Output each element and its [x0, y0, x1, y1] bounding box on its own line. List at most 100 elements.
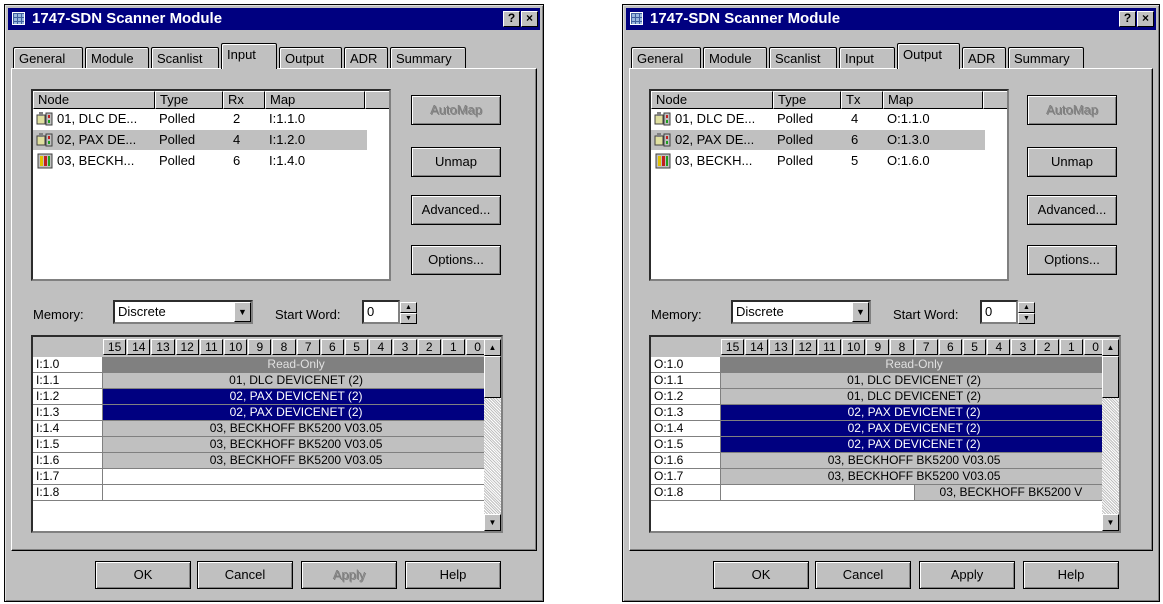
- close-button[interactable]: ×: [521, 11, 538, 27]
- scroll-thumb[interactable]: [484, 356, 501, 398]
- tab-module[interactable]: Module: [85, 47, 149, 69]
- spin-up-icon[interactable]: ▲: [400, 302, 417, 313]
- table-row[interactable]: O:1.7 03, BECKHOFF BK5200 V03.05: [651, 469, 1109, 485]
- options-button[interactable]: Options...: [1027, 245, 1117, 275]
- bit-cell-mapped[interactable]: 03, BECKHOFF BK5200 V03.05: [103, 421, 491, 437]
- bit-cell-mapped[interactable]: 03, BECKHOFF BK5200 V03.05: [103, 453, 491, 469]
- table-row[interactable]: O:1.5 02, PAX DEVICENET (2): [651, 437, 1109, 453]
- list-item[interactable]: 01, DLC DE... Polled 4 O:1.1.0: [651, 109, 1007, 129]
- tab-summary[interactable]: Summary: [1008, 47, 1084, 69]
- apply-button[interactable]: Apply: [919, 561, 1015, 589]
- tab-adr[interactable]: ADR: [344, 47, 388, 69]
- bit-cell-mapped[interactable]: 01, DLC DEVICENET (2): [721, 389, 1109, 405]
- bit-cell-mapped[interactable]: Read-Only: [721, 357, 1109, 373]
- options-button[interactable]: Options...: [411, 245, 501, 275]
- table-row[interactable]: I:1.0 Read-Only: [33, 357, 491, 373]
- table-row[interactable]: I:1.7: [33, 469, 491, 485]
- table-row[interactable]: O:1.4 02, PAX DEVICENET (2): [651, 421, 1109, 437]
- ok-button[interactable]: OK: [713, 561, 809, 589]
- tab-adr[interactable]: ADR: [962, 47, 1006, 69]
- close-button[interactable]: ×: [1137, 11, 1154, 27]
- context-help-button[interactable]: ?: [503, 11, 520, 27]
- bit-map-grid[interactable]: 15 14 13 12 11 10 9 8 7 6 5 4 3 2 1 0 O:1.0 Read-Only O:1.…: [649, 335, 1121, 533]
- help-button[interactable]: Help: [405, 561, 501, 589]
- tab-input[interactable]: Input: [839, 47, 895, 69]
- column-header-type[interactable]: Type: [773, 91, 841, 109]
- table-row[interactable]: O:1.2 01, DLC DEVICENET (2): [651, 389, 1109, 405]
- tab-general[interactable]: General: [13, 47, 83, 69]
- spin-up-icon[interactable]: ▲: [1018, 302, 1035, 313]
- vertical-scrollbar[interactable]: ▲ ▼: [1102, 339, 1119, 531]
- tab-scanlist[interactable]: Scanlist: [769, 47, 837, 69]
- context-help-button[interactable]: ?: [1119, 11, 1136, 27]
- table-row[interactable]: I:1.5 03, BECKHOFF BK5200 V03.05: [33, 437, 491, 453]
- list-item[interactable]: 02, PAX DE... Polled 6 O:1.3.0: [651, 130, 985, 150]
- memory-select[interactable]: Discrete ▼: [731, 300, 871, 324]
- apply-button[interactable]: Apply: [301, 561, 397, 589]
- bit-cell-mapped[interactable]: 01, DLC DEVICENET (2): [103, 373, 491, 389]
- scroll-down-icon[interactable]: ▼: [1102, 514, 1119, 531]
- column-header-map[interactable]: Map: [265, 91, 365, 109]
- spin-down-icon[interactable]: ▼: [400, 313, 417, 324]
- start-word-input[interactable]: 0: [362, 300, 400, 324]
- bit-cell-mapped[interactable]: 02, PAX DEVICENET (2): [103, 389, 491, 405]
- tab-scanlist[interactable]: Scanlist: [151, 47, 219, 69]
- table-row[interactable]: I:1.1 01, DLC DEVICENET (2): [33, 373, 491, 389]
- bit-map-grid[interactable]: 15 14 13 12 11 10 9 8 7 6 5 4 3 2 1 0 I:1.0 Read-Only I:1.…: [31, 335, 503, 533]
- automap-button[interactable]: AutoMap: [411, 95, 501, 125]
- bit-cell-mapped[interactable]: 01, DLC DEVICENET (2): [721, 373, 1109, 389]
- advanced-button[interactable]: Advanced...: [411, 195, 501, 225]
- column-header-tx[interactable]: Tx: [841, 91, 883, 109]
- table-row[interactable]: O:1.0 Read-Only: [651, 357, 1109, 373]
- unmap-button[interactable]: Unmap: [1027, 147, 1117, 177]
- cancel-button[interactable]: Cancel: [815, 561, 911, 589]
- list-item[interactable]: 01, DLC DE... Polled 2 I:1.1.0: [33, 109, 389, 129]
- table-row[interactable]: I:1.2 02, PAX DEVICENET (2): [33, 389, 491, 405]
- scroll-up-icon[interactable]: ▲: [1102, 339, 1119, 356]
- table-row[interactable]: I:1.3 02, PAX DEVICENET (2): [33, 405, 491, 421]
- column-header-type[interactable]: Type: [155, 91, 223, 109]
- table-row[interactable]: I:1.4 03, BECKHOFF BK5200 V03.05: [33, 421, 491, 437]
- advanced-button[interactable]: Advanced...: [1027, 195, 1117, 225]
- table-row[interactable]: O:1.6 03, BECKHOFF BK5200 V03.05: [651, 453, 1109, 469]
- bit-cell-mapped[interactable]: 02, PAX DEVICENET (2): [721, 421, 1109, 437]
- cancel-button[interactable]: Cancel: [197, 561, 293, 589]
- mapping-list[interactable]: Node Type Rx Map 01, DLC DE... Polled 2 I:1.1.0…: [31, 89, 391, 281]
- column-header-rx[interactable]: Rx: [223, 91, 265, 109]
- bit-cell-empty[interactable]: [103, 469, 491, 485]
- list-item[interactable]: 03, BECKH... Polled 5 O:1.6.0: [651, 151, 1007, 171]
- table-row[interactable]: I:1.8: [33, 485, 491, 501]
- bit-cell-empty[interactable]: [721, 485, 915, 501]
- scroll-up-icon[interactable]: ▲: [484, 339, 501, 356]
- column-header-node[interactable]: Node: [651, 91, 773, 109]
- start-word-input[interactable]: 0: [980, 300, 1018, 324]
- bit-cell-mapped[interactable]: 03, BECKHOFF BK5200 V03.05: [721, 469, 1109, 485]
- column-header-node[interactable]: Node: [33, 91, 155, 109]
- tab-output[interactable]: Output: [897, 43, 960, 69]
- ok-button[interactable]: OK: [95, 561, 191, 589]
- list-item[interactable]: 02, PAX DE... Polled 4 I:1.2.0: [33, 130, 367, 150]
- bit-cell-mapped[interactable]: 03, BECKHOFF BK5200 V03.05: [721, 453, 1109, 469]
- bit-cell-mapped[interactable]: Read-Only: [103, 357, 491, 373]
- scroll-down-icon[interactable]: ▼: [484, 514, 501, 531]
- list-item[interactable]: 03, BECKH... Polled 6 I:1.4.0: [33, 151, 389, 171]
- bit-cell-mapped[interactable]: 03, BECKHOFF BK5200 V: [914, 485, 1109, 501]
- chevron-down-icon[interactable]: ▼: [234, 302, 251, 322]
- scroll-thumb[interactable]: [1102, 356, 1119, 398]
- start-word-spinner[interactable]: ▲ ▼: [1018, 302, 1035, 324]
- automap-button[interactable]: AutoMap: [1027, 95, 1117, 125]
- vertical-scrollbar[interactable]: ▲ ▼: [484, 339, 501, 531]
- tab-output[interactable]: Output: [279, 47, 342, 69]
- mapping-list[interactable]: Node Type Tx Map 01, DLC DE... Polled 4 O:1.1.0…: [649, 89, 1009, 281]
- table-row[interactable]: O:1.8 03, BECKHOFF BK5200 V: [651, 485, 1109, 501]
- tab-general[interactable]: General: [631, 47, 701, 69]
- tab-summary[interactable]: Summary: [390, 47, 466, 69]
- tab-module[interactable]: Module: [703, 47, 767, 69]
- help-button[interactable]: Help: [1023, 561, 1119, 589]
- table-row[interactable]: O:1.3 02, PAX DEVICENET (2): [651, 405, 1109, 421]
- bit-cell-mapped[interactable]: 02, PAX DEVICENET (2): [103, 405, 491, 421]
- bit-cell-mapped[interactable]: 02, PAX DEVICENET (2): [721, 437, 1109, 453]
- column-header-map[interactable]: Map: [883, 91, 983, 109]
- memory-select[interactable]: Discrete ▼: [113, 300, 253, 324]
- title-bar[interactable]: 1747-SDN Scanner Module? ×: [626, 8, 1156, 30]
